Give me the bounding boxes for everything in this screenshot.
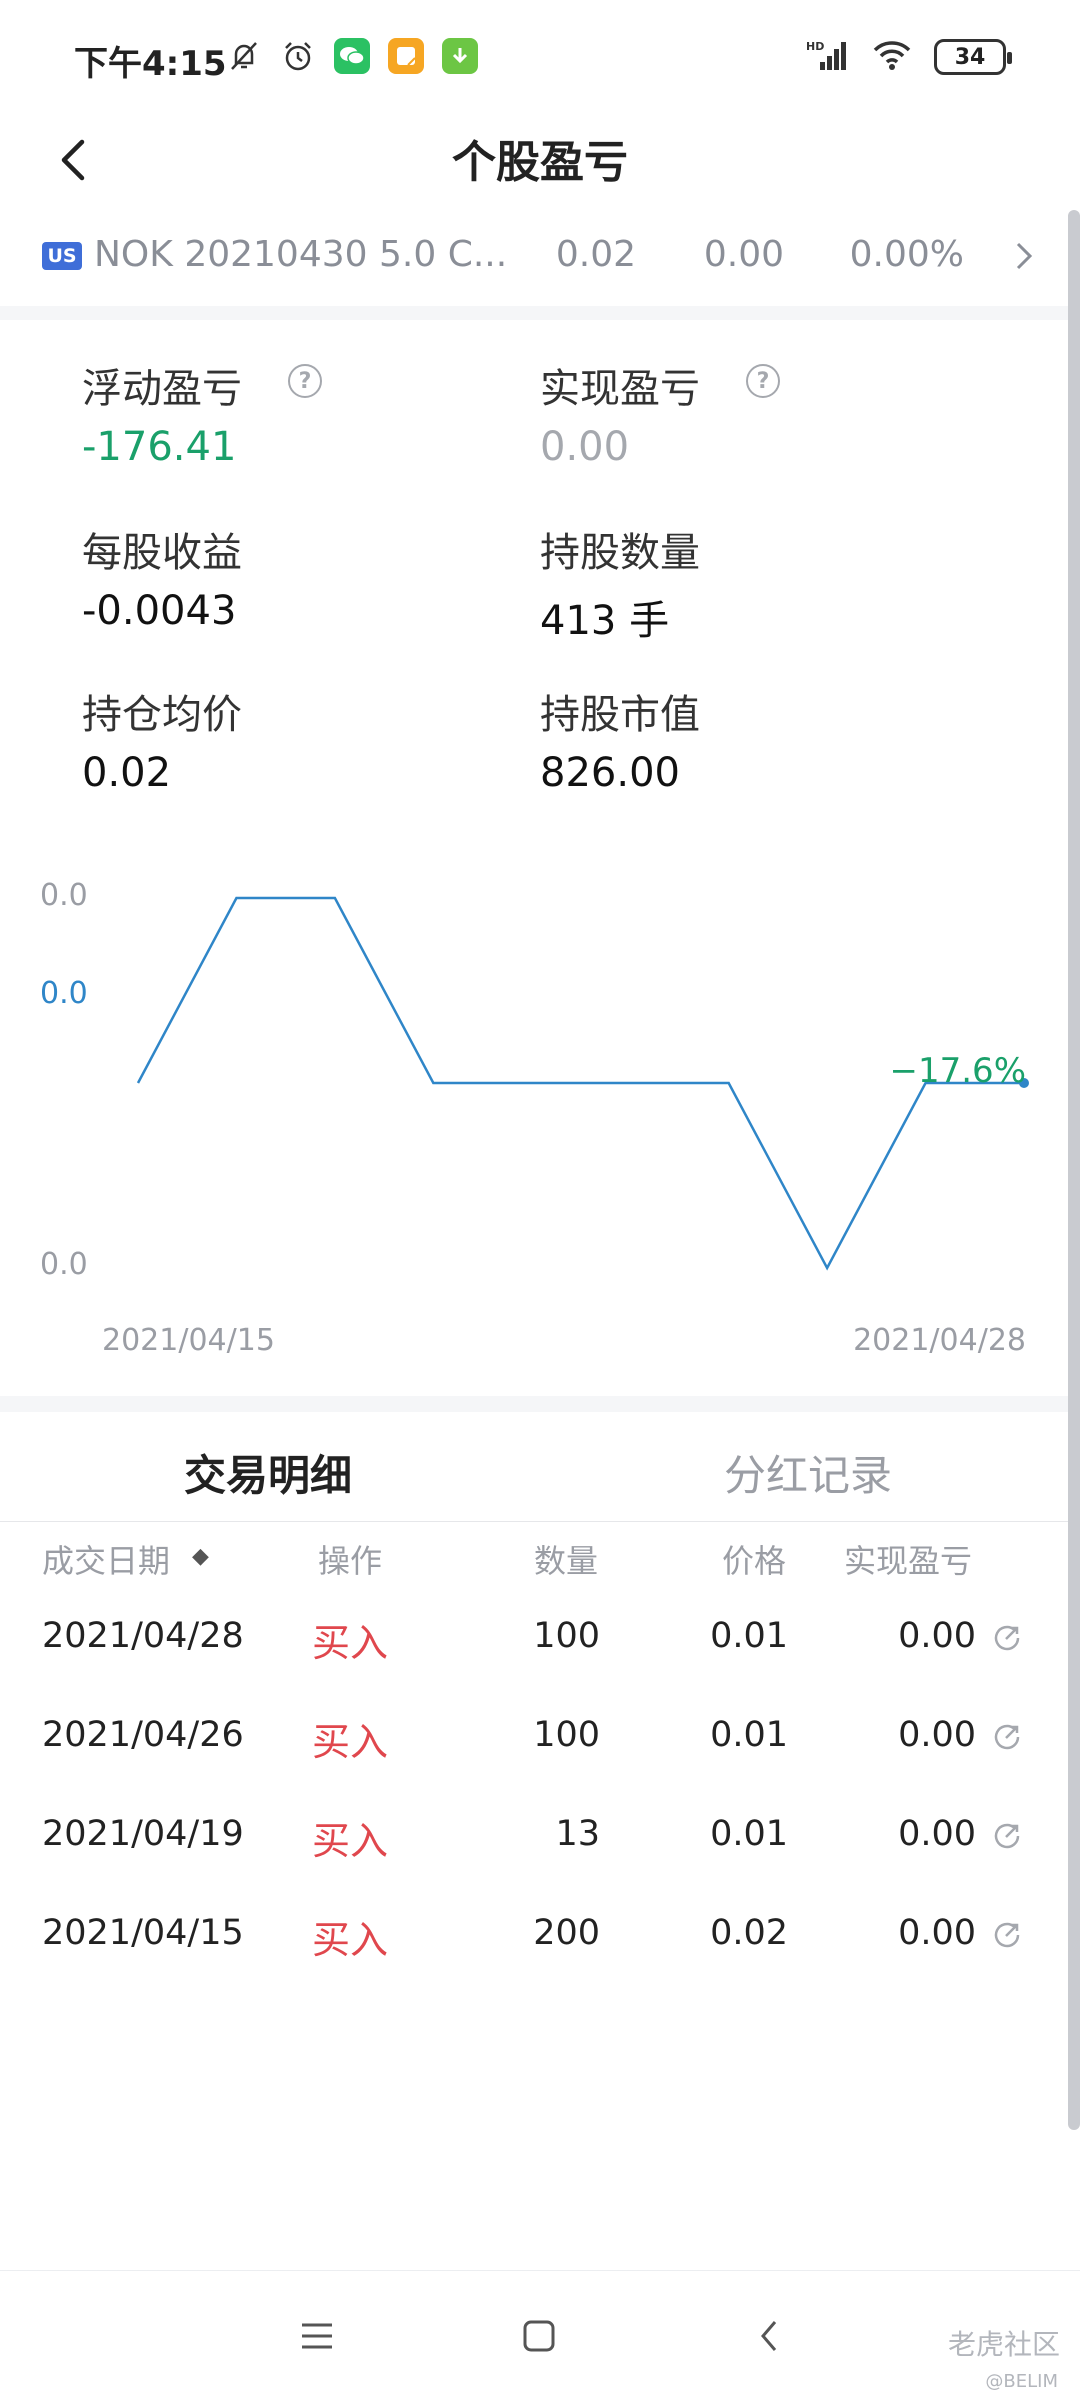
watermark-brand: 老虎社区 [947,2328,1060,2361]
row-price: 0.01 [710,1616,788,1656]
table-row[interactable]: 2021/04/26 买入 100 0.01 0.00 [0,1689,1080,1788]
status-bar: 下午4:15 HD 34 [0,0,1080,110]
row-price: 0.02 [710,1913,788,1953]
chevron-right-icon[interactable] [1014,240,1034,276]
status-time: 下午4:15 [74,44,227,84]
eps-value: -0.0043 [82,588,237,634]
wechat-icon [334,38,370,74]
section-divider [0,306,1080,320]
nav-back-icon[interactable] [744,2311,794,2361]
sort-icon[interactable]: ◆ [192,1544,209,1569]
share-link-icon[interactable] [992,1622,1022,1662]
status-notification-icons [226,38,478,74]
shares-label: 持股数量 [540,530,700,576]
row-realized-pl: 0.00 [898,1616,976,1656]
row-price: 0.01 [710,1814,788,1854]
mute-bell-icon [226,38,262,74]
row-quantity: 100 [533,1715,600,1755]
menu-icon[interactable] [292,2311,342,2361]
market-value-label: 持股市值 [540,692,700,738]
table-row[interactable]: 2021/04/15 买入 200 0.02 0.00 [0,1887,1080,1986]
notes-app-icon [388,38,424,74]
avg-cost-value: 0.02 [82,750,172,796]
row-quantity: 13 [555,1814,600,1854]
col-op-header: 操作 [318,1542,383,1580]
y-tick-top: 0.0 [40,878,88,913]
ticker-change-pct: 0.00% [849,234,964,275]
eps-label: 每股收益 [82,530,242,576]
col-qty-header: 数量 [534,1542,599,1580]
row-operation: 买入 [312,1720,389,1764]
row-date: 2021/04/26 [42,1715,244,1755]
floating-pl-label: 浮动盈亏 [82,366,242,412]
detail-tabs: 交易明细 分红记录 [0,1412,1080,1522]
tab-dividend-records[interactable]: 分红记录 [724,1442,892,1503]
market-value-value: 826.00 [540,750,680,796]
share-link-icon[interactable] [992,1820,1022,1860]
battery-level: 34 [954,44,986,70]
row-quantity: 200 [533,1913,600,1953]
floating-pl-value: -176.41 [82,424,237,470]
scrollbar[interactable] [1068,210,1080,2130]
row-realized-pl: 0.00 [898,1913,976,1953]
x-tick-end: 2021/04/28 [853,1323,1026,1358]
header: 个股盈亏 [0,110,1080,210]
row-date: 2021/04/28 [42,1616,244,1656]
market-badge: US [42,242,82,270]
x-tick-start: 2021/04/15 [102,1323,275,1358]
realized-pl-label: 实现盈亏 [540,366,700,412]
download-app-icon [442,38,478,74]
row-date: 2021/04/19 [42,1814,244,1854]
status-system-icons: HD 34 [806,38,1012,76]
wifi-icon [872,38,912,76]
table-header: 成交日期 ◆ 操作 数量 价格 实现盈亏 [0,1530,1080,1586]
row-operation: 买入 [312,1819,389,1863]
home-icon[interactable] [514,2311,564,2361]
share-link-icon[interactable] [992,1721,1022,1761]
pl-line-chart: 0.0 0.0 0.0 2021/04/15 2021/04/28 −17.6% [40,878,1029,1358]
y-tick-bottom: 0.0 [40,1247,88,1282]
row-realized-pl: 0.00 [898,1715,976,1755]
tab-trade-details[interactable]: 交易明细 [184,1442,352,1503]
row-operation: 买入 [312,1621,389,1665]
shares-value: 413 手 [540,598,670,644]
row-quantity: 100 [533,1616,600,1656]
ticker-row[interactable]: US NOK 20210430 5.0 C... 0.02 0.00 0.00% [0,210,1080,310]
ticker-change: 0.00 [703,234,784,275]
ticker-price: 0.02 [555,234,636,275]
avg-cost-label: 持仓均价 [82,692,242,738]
network-type-label: HD [806,40,824,53]
alarm-clock-icon [280,38,316,74]
signal-icon: HD [806,38,850,76]
pl-chart: 0.0 0.0 0.0 2021/04/15 2021/04/28 −17.6% [0,860,1080,1380]
battery-indicator: 34 [934,39,1012,75]
system-nav-bar: 老虎社区 @BELIM [0,2270,1080,2400]
row-price: 0.01 [710,1715,788,1755]
col-pl-header: 实现盈亏 [844,1542,973,1580]
ticker-name: NOK 20210430 5.0 C... [94,234,508,275]
row-operation: 买入 [312,1918,389,1962]
row-date: 2021/04/15 [42,1913,244,1953]
share-link-icon[interactable] [992,1919,1022,1959]
col-date-header[interactable]: 成交日期 [42,1536,170,1582]
y-tick-mid: 0.0 [40,976,88,1011]
realized-pl-value: 0.00 [540,424,630,470]
table-row[interactable]: 2021/04/28 买入 100 0.01 0.00 [0,1590,1080,1689]
realized-pl-help-icon[interactable]: ? [746,364,780,398]
table-row[interactable]: 2021/04/19 买入 13 0.01 0.00 [0,1788,1080,1887]
trade-list: 2021/04/28 买入 100 0.01 0.00 2021/04/26 买入 100 0.… [0,1590,1080,1986]
section-divider-2 [0,1396,1080,1412]
watermark-user: @BELIM [985,2371,1058,2392]
page-title: 个股盈亏 [452,137,628,188]
col-price-header: 价格 [722,1542,787,1580]
floating-pl-help-icon[interactable]: ? [288,364,322,398]
row-realized-pl: 0.00 [898,1814,976,1854]
end-value-label: −17.6% [890,1051,1027,1091]
